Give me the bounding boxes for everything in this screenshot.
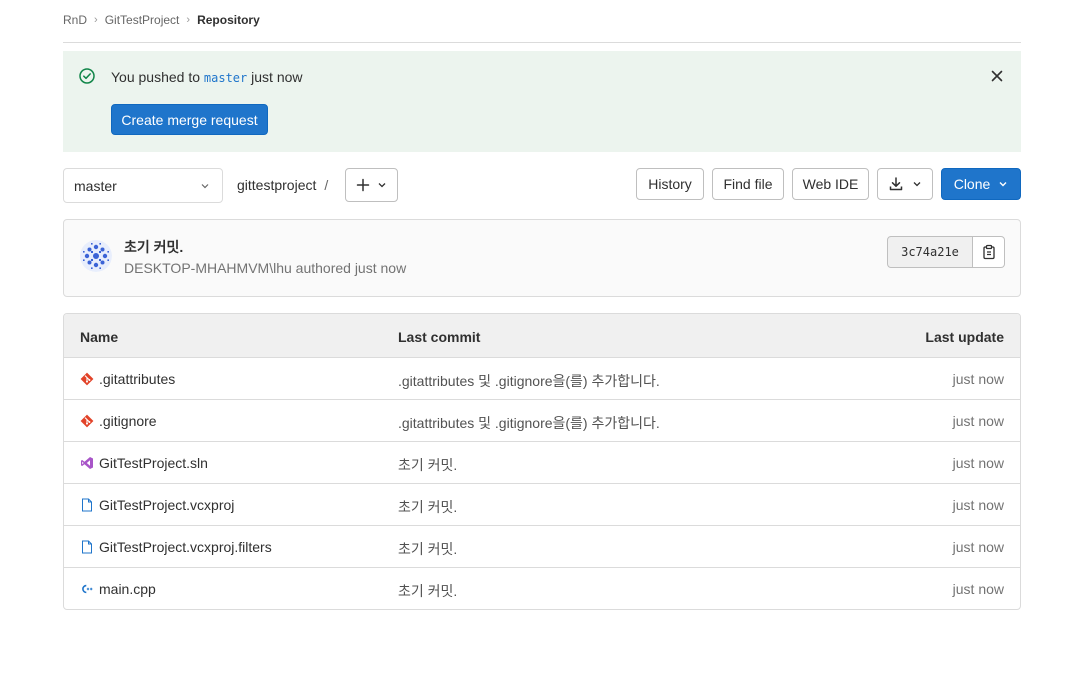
- table-row[interactable]: main.cpp 초기 커밋. just now: [64, 568, 1020, 609]
- table-row[interactable]: GitTestProject.vcxproj 초기 커밋. just now: [64, 484, 1020, 526]
- history-button[interactable]: History: [636, 168, 704, 200]
- commit-message-cell[interactable]: 초기 커밋.: [398, 455, 457, 475]
- last-update-cell: just now: [952, 413, 1004, 429]
- chevron-down-icon: [999, 182, 1007, 187]
- close-icon[interactable]: [989, 68, 1005, 84]
- table-header: Name Last commit Last update: [64, 314, 1020, 358]
- path-separator: /: [324, 177, 329, 193]
- breadcrumb-item-project[interactable]: GitTestProject: [105, 13, 180, 27]
- file-name-cell[interactable]: .gitignore: [80, 413, 157, 429]
- add-to-tree-dropdown[interactable]: [345, 168, 398, 202]
- clone-dropdown-button[interactable]: Clone: [941, 168, 1021, 200]
- file-icon: [82, 498, 92, 512]
- check-circle-icon: [79, 68, 95, 84]
- file-name-cell[interactable]: GitTestProject.vcxproj.filters: [80, 539, 272, 555]
- last-commit-panel: 초기 커밋. DESKTOP-MHAHMVM\lhu authored just…: [63, 219, 1021, 297]
- chevron-right-icon: ›: [186, 14, 191, 26]
- commit-author: DESKTOP-MHAHMVM\lhu authored just now: [124, 260, 407, 276]
- web-ide-button[interactable]: Web IDE: [792, 168, 869, 200]
- commit-title[interactable]: 초기 커밋.: [124, 237, 183, 257]
- last-update-cell: just now: [952, 497, 1004, 513]
- last-update-cell: just now: [952, 371, 1004, 387]
- clipboard-icon: [982, 244, 995, 260]
- table-row[interactable]: GitTestProject.vcxproj.filters 초기 커밋. ju…: [64, 526, 1020, 568]
- file-name: .gitattributes: [99, 371, 176, 387]
- file-name-cell[interactable]: .gitattributes: [80, 371, 175, 387]
- file-name-cell[interactable]: GitTestProject.vcxproj: [80, 497, 234, 513]
- table-row[interactable]: .gitattributes .gitattributes 및 .gitigno…: [64, 358, 1020, 400]
- alert-message: You pushed to master just now: [111, 69, 303, 85]
- header-divider: [63, 42, 1021, 43]
- commit-message-cell[interactable]: 초기 커밋.: [398, 539, 457, 559]
- chevron-down-icon: [913, 182, 921, 187]
- avatar[interactable]: [80, 240, 112, 272]
- visual-studio-icon: [81, 457, 93, 469]
- git-file-icon: [80, 372, 94, 386]
- file-name: GitTestProject.vcxproj.filters: [99, 539, 272, 555]
- commit-message-cell[interactable]: .gitattributes 및 .gitignore을(를) 추가합니다.: [398, 413, 660, 433]
- path-root-link[interactable]: gittestproject: [237, 177, 316, 193]
- clone-label: Clone: [953, 176, 991, 192]
- last-update-cell: just now: [952, 455, 1004, 471]
- commit-sha-group: 3c74a21e: [887, 236, 1005, 268]
- breadcrumb-item-rnd[interactable]: RnD: [63, 13, 87, 27]
- alert-prefix: You pushed to: [111, 69, 201, 85]
- branch-select-value: master: [74, 177, 117, 194]
- alert-branch: master: [203, 71, 248, 85]
- breadcrumb: RnD › GitTestProject › Repository: [63, 12, 260, 28]
- download-dropdown[interactable]: [877, 168, 933, 200]
- header-name: Name: [80, 329, 119, 345]
- file-name-cell[interactable]: GitTestProject.sln: [80, 455, 208, 471]
- chevron-down-icon: [201, 184, 209, 189]
- file-name: main.cpp: [99, 581, 156, 597]
- create-merge-request-button[interactable]: Create merge request: [111, 104, 268, 135]
- commit-message-cell[interactable]: 초기 커밋.: [398, 497, 457, 517]
- find-file-button[interactable]: Find file: [712, 168, 784, 200]
- file-tree-table: Name Last commit Last update .gitattribu…: [63, 313, 1021, 610]
- header-last-update: Last update: [925, 329, 1004, 345]
- file-icon: [82, 540, 92, 554]
- commit-message-cell[interactable]: 초기 커밋.: [398, 581, 457, 601]
- header-last-commit: Last commit: [398, 329, 481, 345]
- alert-suffix: just now: [251, 69, 303, 85]
- last-update-cell: just now: [952, 539, 1004, 555]
- chevron-right-icon: ›: [94, 14, 98, 26]
- file-name: GitTestProject.sln: [99, 455, 208, 471]
- commit-sha[interactable]: 3c74a21e: [887, 236, 973, 268]
- file-name: .gitignore: [99, 413, 157, 429]
- branch-select[interactable]: master: [63, 168, 223, 203]
- chevron-down-icon: [378, 183, 386, 188]
- last-update-cell: just now: [952, 581, 1004, 597]
- breadcrumb-current[interactable]: Repository: [197, 13, 260, 27]
- commit-message-cell[interactable]: .gitattributes 및 .gitignore을(를) 추가합니다.: [398, 371, 660, 391]
- download-icon: [889, 177, 903, 191]
- breadcrumb-path: gittestproject /: [237, 177, 328, 193]
- file-name-cell[interactable]: main.cpp: [80, 581, 156, 597]
- file-name: GitTestProject.vcxproj: [99, 497, 235, 513]
- copy-sha-button[interactable]: [973, 236, 1005, 268]
- git-file-icon: [80, 414, 94, 428]
- push-alert: You pushed to master just now Create mer…: [63, 51, 1021, 152]
- cpp-icon: [82, 584, 93, 594]
- plus-icon: [356, 178, 370, 192]
- table-row[interactable]: .gitignore .gitattributes 및 .gitignore을(…: [64, 400, 1020, 442]
- table-row[interactable]: GitTestProject.sln 초기 커밋. just now: [64, 442, 1020, 484]
